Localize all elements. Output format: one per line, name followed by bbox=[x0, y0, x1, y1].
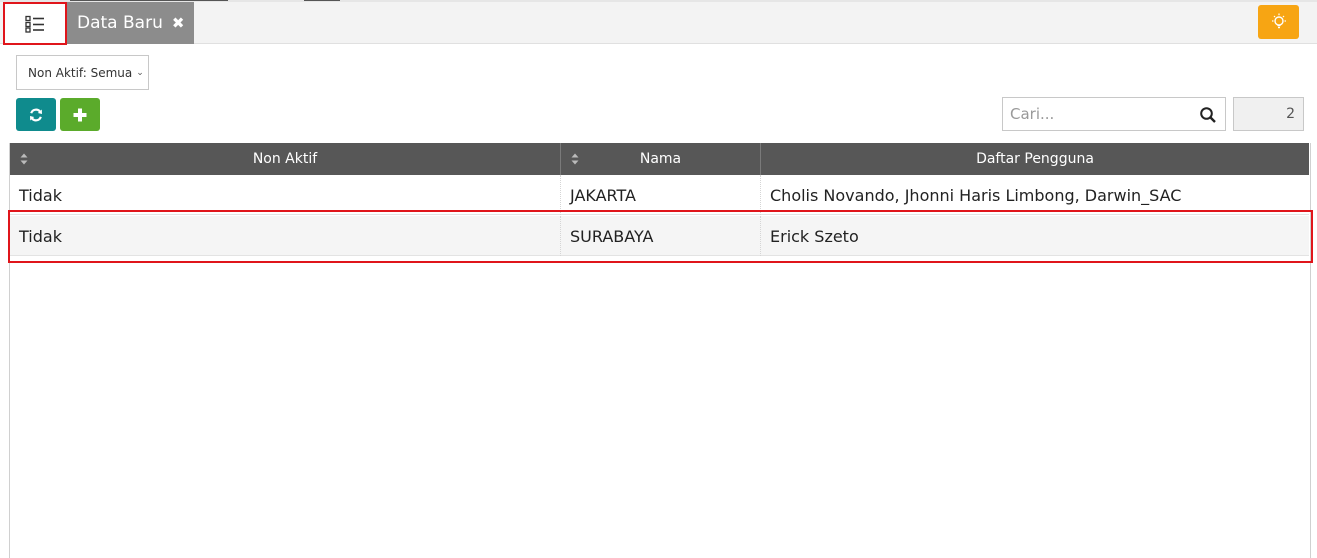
tab-data-baru[interactable]: Data Baru ✖ bbox=[67, 2, 194, 44]
sort-icon bbox=[20, 153, 28, 165]
top-border-segment bbox=[70, 0, 228, 1]
sort-icon bbox=[571, 153, 579, 165]
cell-daftar-pengguna: Cholis Novando, Jhonni Haris Limbong, Da… bbox=[770, 185, 1182, 205]
search-input[interactable] bbox=[1003, 98, 1193, 130]
search-box bbox=[1002, 97, 1226, 131]
column-header-daftar-pengguna[interactable]: Daftar Pengguna bbox=[761, 143, 1309, 175]
help-button[interactable] bbox=[1258, 5, 1299, 39]
cell-nama: JAKARTA bbox=[561, 175, 761, 215]
non-aktif-filter-dropdown[interactable]: Non Aktif: Semua ⌄ bbox=[16, 55, 149, 90]
grid-border bbox=[1310, 143, 1311, 558]
table-row[interactable]: Tidak JAKARTA Cholis Novando, Jhonni Har… bbox=[10, 175, 1309, 215]
lightbulb-icon bbox=[1271, 13, 1286, 29]
top-border-segment bbox=[304, 0, 340, 1]
tab-label: Data Baru bbox=[77, 13, 163, 33]
filter-label: Non Aktif: Semua bbox=[28, 65, 133, 80]
tab-bar bbox=[0, 2, 1317, 44]
cell-nama: SURABAYA bbox=[561, 216, 761, 256]
cell-non-aktif: Tidak bbox=[10, 175, 561, 215]
chevron-down-icon: ⌄ bbox=[136, 67, 144, 78]
list-icon bbox=[25, 15, 44, 33]
column-label: Nama bbox=[639, 151, 682, 167]
search-icon[interactable] bbox=[1199, 106, 1217, 124]
column-label: Daftar Pengguna bbox=[976, 151, 1094, 167]
menu-tab[interactable] bbox=[3, 2, 67, 45]
column-header-nama[interactable]: Nama bbox=[561, 143, 761, 175]
cell-non-aktif: Tidak bbox=[10, 216, 561, 256]
add-button[interactable] bbox=[60, 98, 100, 131]
table-header: Non Aktif Nama Daftar Pengguna bbox=[10, 143, 1309, 175]
record-count: 2 bbox=[1233, 97, 1304, 131]
cell-daftar-pengguna: Erick Szeto bbox=[770, 226, 859, 246]
close-icon[interactable]: ✖ bbox=[172, 14, 185, 32]
refresh-icon bbox=[30, 108, 42, 121]
column-label: Non Aktif bbox=[252, 151, 318, 167]
column-header-non-aktif[interactable]: Non Aktif bbox=[10, 143, 561, 175]
plus-icon bbox=[73, 108, 87, 121]
table-row[interactable]: Tidak SURABAYA Erick Szeto bbox=[10, 216, 1309, 256]
app-window: Data Baru ✖ Non Aktif: Semua ⌄ Cari... 2… bbox=[0, 0, 1317, 558]
refresh-button[interactable] bbox=[16, 98, 56, 131]
